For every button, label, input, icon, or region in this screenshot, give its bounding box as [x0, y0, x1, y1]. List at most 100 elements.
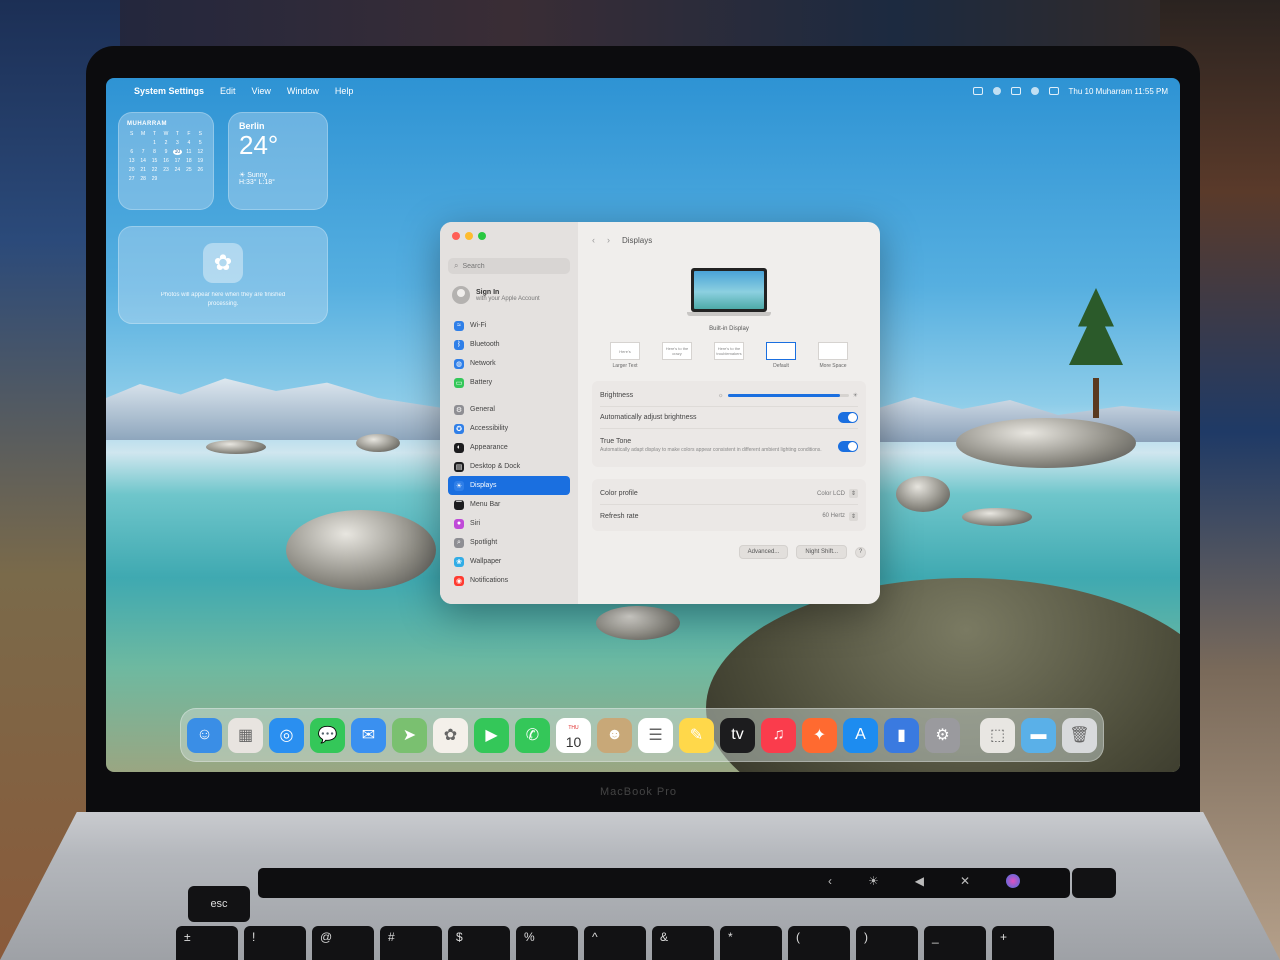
sidebar-item-battery[interactable]: ▭ Battery [448, 373, 570, 392]
photos-icon[interactable]: ✿ [433, 717, 468, 753]
night-shift-button[interactable]: Night Shift... [796, 545, 847, 559]
touch-bar[interactable]: ‹ ☀ ◀ ✕ [258, 868, 1070, 898]
battery-status-icon[interactable] [1010, 87, 1021, 95]
close-button[interactable] [452, 232, 460, 240]
settings-icon[interactable]: ⚙ [925, 717, 960, 753]
photos-widget[interactable]: ✿ Photos will appear here when they are … [118, 226, 328, 324]
sidebar-item-desktop-dock[interactable]: ▤ Desktop & Dock [448, 457, 570, 476]
volume-icon[interactable]: ◀ [915, 874, 924, 888]
help-button[interactable]: ? [855, 546, 866, 558]
sidebar-item-bluetooth[interactable]: ᛒ Bluetooth [448, 335, 570, 354]
notes-icon[interactable]: ✎ [679, 717, 714, 753]
esc-key[interactable]: esc [188, 886, 250, 922]
advanced-button[interactable]: Advanced... [738, 545, 789, 559]
calendar-day: 17 [174, 158, 181, 164]
apple-account-signin[interactable]: Sign In with your Apple Account [448, 284, 570, 306]
sidebar-item-notifications[interactable]: ◉ Notifications [448, 571, 570, 590]
installer-icon[interactable]: ⬚ [980, 717, 1015, 753]
menu-clock[interactable]: Thu 10 Muharram 11:55 PM [1069, 87, 1168, 96]
launchpad-icon[interactable]: ▦ [228, 717, 263, 753]
keyboard-key[interactable]: ^ [584, 926, 646, 960]
podcasts-icon[interactable]: ✦ [802, 717, 837, 753]
resolution-option[interactable]: Here's to the crazy [652, 342, 702, 369]
trash-icon[interactable]: 🗑 [1062, 717, 1097, 753]
keyboard-key[interactable]: & [652, 926, 714, 960]
touch-id-button[interactable] [1072, 868, 1116, 898]
globe-icon: ◍ [454, 358, 464, 369]
menu-app-name[interactable]: System Settings [134, 86, 204, 96]
mute-icon[interactable]: ✕ [960, 874, 970, 888]
sidebar-item-label: Battery [470, 379, 493, 386]
minimize-button[interactable] [465, 232, 473, 240]
keyboard-key[interactable]: @ [312, 926, 374, 960]
resolution-option[interactable]: More Space [808, 342, 858, 369]
sidebar-item-spotlight[interactable]: ⌕ Spotlight [448, 533, 570, 552]
keyboard-key[interactable]: _ [924, 926, 986, 960]
auto-brightness-toggle[interactable] [838, 412, 858, 423]
brightness-icon[interactable]: ☀ [868, 874, 879, 888]
brightness-slider[interactable]: ☼ ☀ [718, 392, 858, 400]
keyboard-key[interactable]: % [516, 926, 578, 960]
keyboard-key[interactable]: ) [856, 926, 918, 960]
search-input[interactable] [462, 262, 553, 270]
mail-icon[interactable]: ✉ [351, 717, 386, 753]
spotlight-search-icon[interactable] [1030, 87, 1039, 95]
maps-icon[interactable]: ➤ [392, 717, 427, 753]
search-field[interactable]: ⌕ [448, 258, 570, 274]
xcode-icon[interactable]: ▮ [884, 717, 919, 753]
sidebar-item-general[interactable]: ⚙ General [448, 400, 570, 419]
menu-view[interactable]: View [252, 86, 271, 96]
tv-icon[interactable]: tv [720, 717, 755, 753]
sidebar-item-appearance[interactable]: ◐ Appearance [448, 438, 570, 457]
messages-icon[interactable]: 💬 [310, 717, 345, 753]
brightness-track[interactable] [727, 394, 849, 397]
chevron-left-icon[interactable]: ‹ [828, 874, 832, 888]
true-tone-toggle[interactable] [838, 440, 858, 452]
appstore-icon[interactable]: A [843, 717, 878, 753]
display-preview[interactable]: Built-in Display [687, 268, 771, 332]
sidebar-item-accessibility[interactable]: ✪ Accessibility [448, 419, 570, 438]
facetime-icon[interactable]: ▶ [474, 717, 509, 753]
calendar-icon[interactable]: THU 10 [556, 717, 591, 753]
screen-mirroring-icon[interactable] [972, 87, 983, 95]
keyboard-key[interactable]: # [380, 926, 442, 960]
keyboard-key[interactable]: * [720, 926, 782, 960]
wifi-status-icon[interactable] [992, 87, 1001, 95]
zoom-button[interactable] [478, 232, 486, 240]
menu-edit[interactable]: Edit [220, 86, 236, 96]
phone-icon[interactable]: ✆ [515, 717, 550, 753]
siri-icon[interactable] [1006, 874, 1020, 888]
menu-window[interactable]: Window [287, 86, 319, 96]
menu-help[interactable]: Help [335, 86, 354, 96]
downloads-folder-icon[interactable]: ▬ [1021, 717, 1056, 753]
control-center-icon[interactable] [1048, 87, 1059, 95]
keyboard-key[interactable]: ( [788, 926, 850, 960]
music-icon[interactable]: ♫ [761, 717, 796, 753]
resolution-option[interactable]: Here's Larger Text [600, 342, 650, 369]
weather-widget[interactable]: Berlin 24° ☀ Sunny H:33° L:18° [228, 112, 328, 210]
sidebar-item-label: Siri [470, 520, 481, 527]
forward-button[interactable]: › [607, 235, 610, 245]
sidebar-item-wi-fi[interactable]: ≈ Wi-Fi [448, 316, 570, 335]
sidebar-item-wallpaper[interactable]: ❀ Wallpaper [448, 552, 570, 571]
weather-hilo: H:33° L:18° [239, 179, 275, 186]
safari-icon[interactable]: ◎ [269, 717, 304, 753]
keyboard-key[interactable]: + [992, 926, 1054, 960]
color-profile-select[interactable]: Color LCD ⇕ [817, 489, 858, 498]
keyboard-key[interactable]: $ [448, 926, 510, 960]
keyboard-key[interactable]: ! [244, 926, 306, 960]
sidebar-item-displays[interactable]: ☀ Displays [448, 476, 570, 495]
sidebar-item-menu-bar[interactable]: ▔ Menu Bar [448, 495, 570, 514]
sidebar-item-siri[interactable]: ● Siri [448, 514, 570, 533]
calendar-widget[interactable]: MUHARRAM S M T W T F S 1 2 3 4 5 6 7 8 9 10 11 12 13 14 15 16 1… [118, 112, 214, 210]
resolution-option[interactable]: Default [756, 342, 806, 369]
keyboard-key[interactable]: ± [176, 926, 238, 960]
contacts-icon[interactable]: ☻ [597, 717, 632, 753]
sidebar-item-network[interactable]: ◍ Network [448, 354, 570, 373]
refresh-rate-label: Refresh rate [600, 512, 639, 520]
finder-icon[interactable]: ☺ [187, 717, 222, 753]
back-button[interactable]: ‹ [592, 235, 595, 245]
refresh-rate-select[interactable]: 60 Hertz ⇕ [822, 511, 858, 521]
reminders-icon[interactable]: ☰ [638, 717, 673, 753]
resolution-option[interactable]: Here's to the troublemakers [704, 342, 754, 369]
